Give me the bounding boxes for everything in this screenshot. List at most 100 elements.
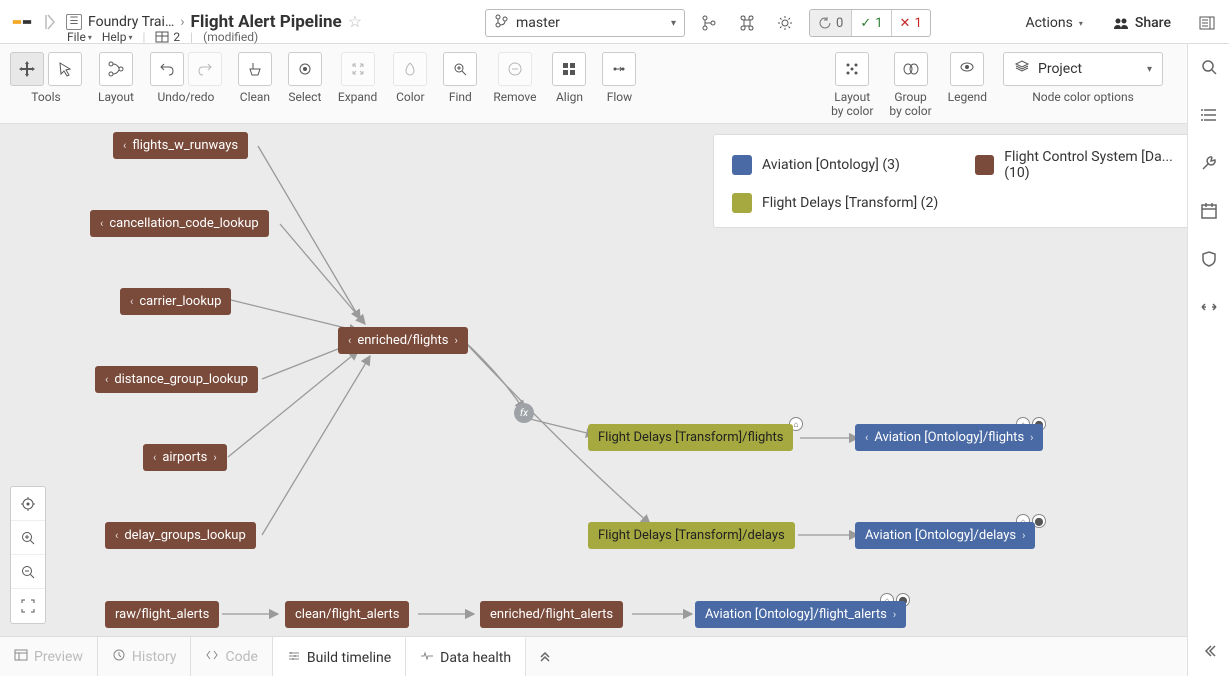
tools-label: Tools [31,90,60,104]
toolbar: Tools Layout Undo/redo Clean Select Expa… [0,44,1229,124]
star-icon[interactable]: ☆ [348,12,362,31]
rail-expand-icon[interactable] [1196,294,1222,320]
rail-list-icon[interactable] [1196,102,1222,128]
rail-wrench-icon[interactable] [1196,150,1222,176]
legend-fcs[interactable]: Flight Control System [Da... (10) [975,149,1194,181]
node-enriched-flight-alerts[interactable]: enriched/flight_alerts [480,601,623,628]
ok-status[interactable]: ✓ 1 [852,10,891,36]
rail-search-icon[interactable] [1196,54,1222,80]
zoom-out-button[interactable] [11,555,45,589]
gear-icon[interactable] [771,9,799,37]
find-label: Find [449,90,472,104]
tool-remove[interactable] [498,52,532,86]
chevron-down-icon: ▾ [1147,64,1152,75]
app-logo [8,8,36,36]
rail-collapse-icon[interactable] [1196,638,1222,664]
node-av-delays[interactable]: Aviation [Ontology]/delays› [855,522,1035,549]
node-airports[interactable]: ‹airports› [143,444,227,471]
tab-history[interactable]: History [98,637,192,676]
tool-clean[interactable] [238,52,272,86]
chevron-down-icon: ▾ [671,18,676,29]
fullscreen-button[interactable] [11,589,45,623]
refresh-status[interactable]: 0 [810,10,852,36]
actions-button[interactable]: Actions▾ [1017,11,1090,35]
breadcrumb-parent[interactable]: Foundry Trai… [88,14,174,30]
tool-group-by-color[interactable] [894,52,928,86]
tool-expand[interactable] [341,52,375,86]
folder-icon: ☰ [66,14,82,30]
error-status[interactable]: ✕ 1 [892,10,930,36]
layout-label: Layout [98,90,134,104]
rail-shield-icon[interactable] [1196,246,1222,272]
legend-box: Aviation [Ontology] (3) Flight Control S… [713,134,1213,228]
stack-icon [1014,59,1030,79]
node-delay-groups-lookup[interactable]: ‹delay_groups_lookup [105,522,256,549]
node-distance-group-lookup[interactable]: ‹distance_group_lookup [95,366,258,393]
node-fd-flights[interactable]: Flight Delays [Transform]/flights [588,424,793,451]
branch-select[interactable]: master ▾ [485,9,685,37]
tool-layout[interactable] [99,52,133,86]
chevron-right-icon: › [180,14,184,30]
legend-label: Legend [948,90,987,104]
color-label: Color [396,90,424,104]
legend-aviation[interactable]: Aviation [Ontology] (3) [732,149,951,181]
node-cancellation-code-lookup[interactable]: ‹cancellation_code_lookup [90,210,269,237]
legend-delays[interactable]: Flight Delays [Transform] (2) [732,193,951,213]
remove-label: Remove [493,90,536,104]
tab-code[interactable]: Code [191,637,272,676]
layout-by-color-label: Layout by color [831,90,873,119]
clean-label: Clean [240,90,270,104]
expand-label: Expand [338,90,377,104]
undoredo-label: Undo/redo [157,90,214,104]
tool-layout-by-color[interactable] [835,52,869,86]
build-status[interactable]: 0 ✓ 1 ✕ 1 [809,9,931,37]
bottom-tabs: Preview History Code Build timeline Data… [0,636,1229,676]
node-raw-flight-alerts[interactable]: raw/flight_alerts [105,601,219,628]
tool-move[interactable] [10,52,44,86]
modified-label: (modified) [203,30,258,44]
node-flights-w-runways[interactable]: ‹flights_w_runways [113,132,248,159]
breadcrumb: ☰ Foundry Trai… › Flight Alert Pipeline … [66,12,362,32]
zoom-controls [10,486,46,624]
node-av-flights[interactable]: ‹Aviation [Ontology]/flights› [855,424,1043,451]
node-av-flight-alerts[interactable]: Aviation [Ontology]/flight_alerts› [695,601,906,628]
command-icon[interactable] [733,9,761,37]
tool-select[interactable] [288,52,322,86]
node-color-select[interactable]: Project ▾ [1003,52,1163,86]
locate-button[interactable] [11,487,45,521]
right-rail [1187,44,1229,676]
tool-find[interactable] [443,52,477,86]
menu-file[interactable]: File▾ [67,30,92,44]
node-fd-delays[interactable]: Flight Delays [Transform]/delays [588,522,795,549]
fx-badge[interactable]: fx [514,403,534,423]
rail-calendar-icon[interactable] [1196,198,1222,224]
node-enriched-flights[interactable]: ‹enriched/flights› [338,327,468,354]
node-clean-flight-alerts[interactable]: clean/flight_alerts [285,601,409,628]
menu-row: File▾ Help▾ | 2 | (modified) [67,30,258,44]
group-by-color-label: Group by color [889,90,931,119]
tab-preview[interactable]: Preview [0,637,98,676]
tool-color[interactable] [393,52,427,86]
merge-icon[interactable] [695,9,723,37]
tool-align[interactable] [552,52,586,86]
flow-label: Flow [607,90,632,104]
panel-toggle-icon[interactable] [1193,9,1221,37]
divider-icon [44,12,58,32]
node-carrier-lookup[interactable]: ‹carrier_lookup [120,288,231,315]
branch-icon [494,14,508,32]
zoom-in-button[interactable] [11,521,45,555]
share-icon [1113,15,1129,31]
tool-pointer[interactable] [48,52,82,86]
tool-undo[interactable] [150,52,184,86]
tab-build[interactable]: Build timeline [273,637,406,676]
page-title: Flight Alert Pipeline [191,12,342,32]
canvas-area[interactable]: Aviation [Ontology] (3) Flight Control S… [0,124,1229,636]
tool-redo[interactable] [188,52,222,86]
tab-count[interactable]: 2 [155,30,180,44]
tool-flow[interactable] [602,52,636,86]
tool-legend[interactable] [950,52,984,86]
tab-health[interactable]: Data health [406,637,526,676]
collapse-tabs-button[interactable] [526,648,564,666]
share-button[interactable]: Share [1105,11,1179,35]
menu-help[interactable]: Help▾ [102,30,133,44]
